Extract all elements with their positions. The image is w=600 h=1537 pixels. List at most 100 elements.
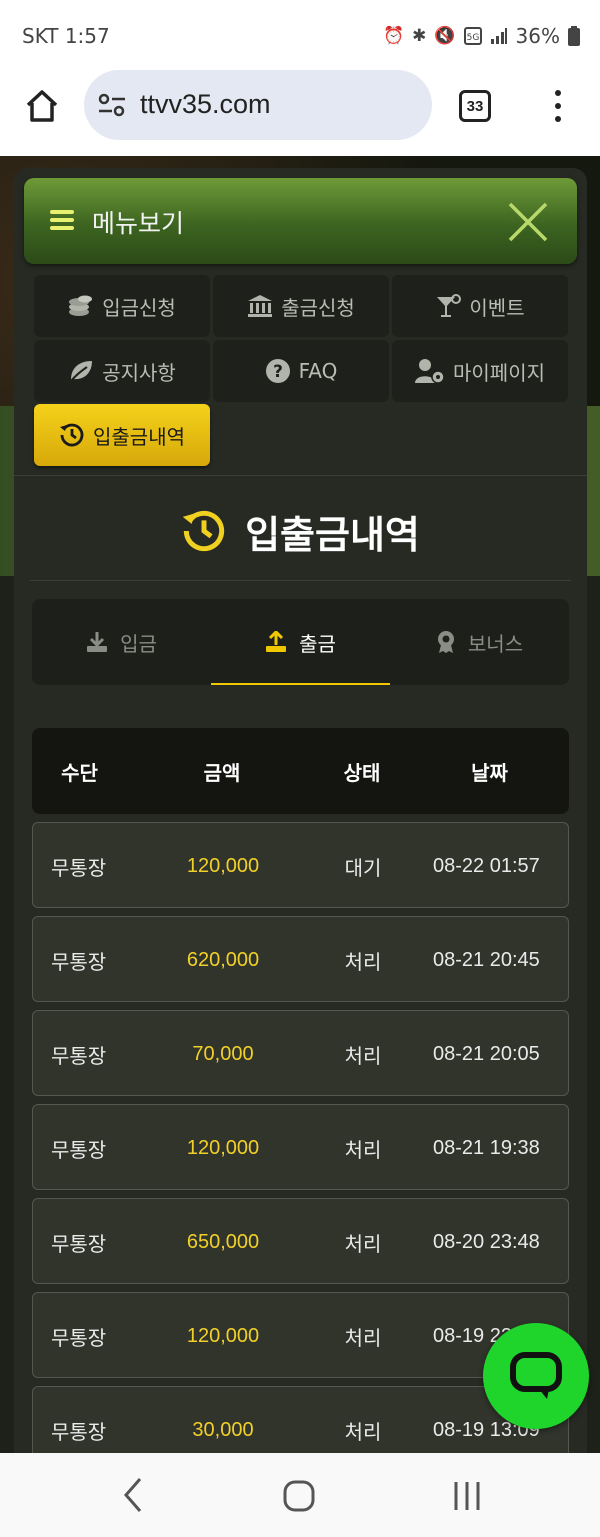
battery-percent: 36%	[515, 24, 560, 48]
tab-label: 출금	[299, 631, 336, 656]
status-bar: SKT 1:57 ⏰ ✱ 🔇 5G 36%	[0, 0, 600, 70]
menu-item-faq[interactable]: ? FAQ	[213, 340, 389, 402]
bluetooth-icon: ✱	[412, 26, 427, 46]
table-header: 수단 금액 상태 날짜	[32, 728, 569, 814]
cell-status: 처리	[344, 1231, 382, 1256]
menu-title: 메뉴보기	[92, 209, 185, 238]
cell-amount: 120,000	[186, 1136, 260, 1159]
cell-amount: 120,000	[186, 1324, 260, 1347]
chat-bubble-icon	[510, 1352, 562, 1399]
table-row: 무통장 120,000 대기 08-22 01:57	[32, 822, 569, 908]
cell-method: 무통장	[51, 949, 107, 974]
history-icon	[60, 423, 84, 447]
menu-item-transaction-history[interactable]: 입출금내역	[34, 404, 210, 466]
award-icon	[437, 631, 454, 653]
chat-button[interactable]	[483, 1323, 589, 1429]
table-row: 무통장 650,000 처리 08-20 23:48	[32, 1198, 569, 1284]
cell-status: 처리	[344, 1419, 382, 1444]
tab-label: 입금	[120, 631, 157, 656]
menu-panel: 메뉴보기 입금신청 출금신청 이벤트 공지사항 ? FAQ 마이페이지 입출금내…	[14, 168, 587, 1453]
history-icon	[182, 510, 225, 552]
status-icons: ⏰ ✱ 🔇 5G 36%	[383, 24, 580, 48]
cell-method: 무통장	[51, 1325, 107, 1350]
column-header-amount: 금액	[203, 760, 241, 785]
url-text[interactable]: ttvv35.com	[140, 89, 271, 120]
cell-method: 무통장	[51, 1419, 107, 1444]
table-row: 무통장 70,000 처리 08-21 20:05	[32, 1010, 569, 1096]
bank-icon	[248, 295, 273, 317]
battery-icon	[568, 26, 580, 46]
mute-icon: 🔇	[434, 26, 456, 46]
cocktail-icon	[437, 294, 462, 317]
5g-icon: 5G	[463, 27, 482, 45]
cell-status: 대기	[344, 855, 382, 880]
page-title: 입출금내역	[245, 512, 420, 557]
cell-amount: 620,000	[186, 948, 260, 971]
address-bar[interactable]: ttvv35.com	[84, 70, 432, 140]
home-icon[interactable]	[24, 88, 60, 124]
menu-item-mypage[interactable]: 마이페이지	[392, 340, 568, 402]
cell-date: 08-22 01:57	[433, 854, 540, 877]
cell-status: 처리	[344, 1137, 382, 1162]
cell-date: 08-20 23:48	[433, 1230, 540, 1253]
more-menu-icon[interactable]	[546, 88, 570, 124]
signal-icon	[490, 28, 507, 44]
divider	[30, 580, 571, 581]
cell-amount: 650,000	[186, 1230, 260, 1253]
home-nav-icon[interactable]	[282, 1479, 316, 1513]
cell-method: 무통장	[51, 1043, 107, 1068]
question-icon: ?	[265, 359, 290, 383]
tab-switcher-button[interactable]: 33	[459, 90, 491, 122]
menu-item-label: 입출금내역	[93, 424, 185, 449]
tab-label: 보너스	[467, 631, 524, 656]
table-row: 무통장 120,000 처리 08-21 19:38	[32, 1104, 569, 1190]
site-settings-icon[interactable]	[98, 92, 126, 118]
tab-withdraw[interactable]: 출금	[211, 599, 390, 685]
table-row: 무통장 620,000 처리 08-21 20:45	[32, 916, 569, 1002]
svg-text:?: ?	[273, 362, 283, 382]
system-navigation-bar	[0, 1453, 600, 1537]
close-icon[interactable]	[506, 200, 550, 244]
recent-apps-icon[interactable]	[448, 1479, 486, 1513]
cell-amount: 120,000	[186, 854, 260, 877]
upload-icon	[266, 631, 287, 652]
menu-item-label: 출금신청	[281, 295, 355, 320]
menu-item-notice[interactable]: 공지사항	[34, 340, 210, 402]
menu-item-deposit-request[interactable]: 입금신청	[34, 275, 210, 337]
column-header-method: 수단	[61, 760, 98, 785]
menu-item-label: 입금신청	[102, 295, 176, 320]
cell-amount: 30,000	[192, 1418, 254, 1441]
history-tabs: 입금 출금 보너스	[32, 599, 569, 685]
menu-item-label: 이벤트	[469, 295, 525, 320]
menu-item-event[interactable]: 이벤트	[392, 275, 568, 337]
download-icon	[87, 632, 108, 652]
coins-icon	[69, 295, 93, 316]
tab-bonus[interactable]: 보너스	[390, 599, 569, 685]
cell-status: 처리	[344, 1325, 382, 1350]
hamburger-icon	[50, 210, 74, 230]
cell-method: 무통장	[51, 855, 107, 880]
column-header-status: 상태	[343, 760, 381, 785]
page-heading: 입출금내역	[14, 503, 587, 559]
menu-item-label: 공지사항	[102, 360, 176, 385]
cell-amount: 70,000	[192, 1042, 254, 1065]
cell-status: 처리	[344, 949, 382, 974]
column-header-date: 날짜	[471, 760, 508, 785]
svg-text:5G: 5G	[466, 33, 479, 43]
menu-item-label: 마이페이지	[453, 360, 545, 385]
menu-item-label: FAQ	[298, 359, 338, 383]
tab-deposit[interactable]: 입금	[32, 599, 211, 685]
cell-date: 08-21 20:05	[433, 1042, 540, 1065]
cell-status: 처리	[344, 1043, 382, 1068]
cell-method: 무통장	[51, 1137, 107, 1162]
cell-date: 08-21 19:38	[433, 1136, 540, 1159]
divider	[14, 475, 587, 476]
back-icon[interactable]	[118, 1475, 148, 1515]
browser-toolbar: ttvv35.com 33	[0, 70, 600, 156]
cell-method: 무통장	[51, 1231, 107, 1256]
menu-item-withdraw-request[interactable]: 출금신청	[213, 275, 389, 337]
alarm-icon: ⏰	[382, 26, 405, 46]
user-gear-icon	[415, 359, 445, 384]
leaf-icon	[69, 361, 93, 383]
active-tab-indicator	[211, 683, 390, 685]
